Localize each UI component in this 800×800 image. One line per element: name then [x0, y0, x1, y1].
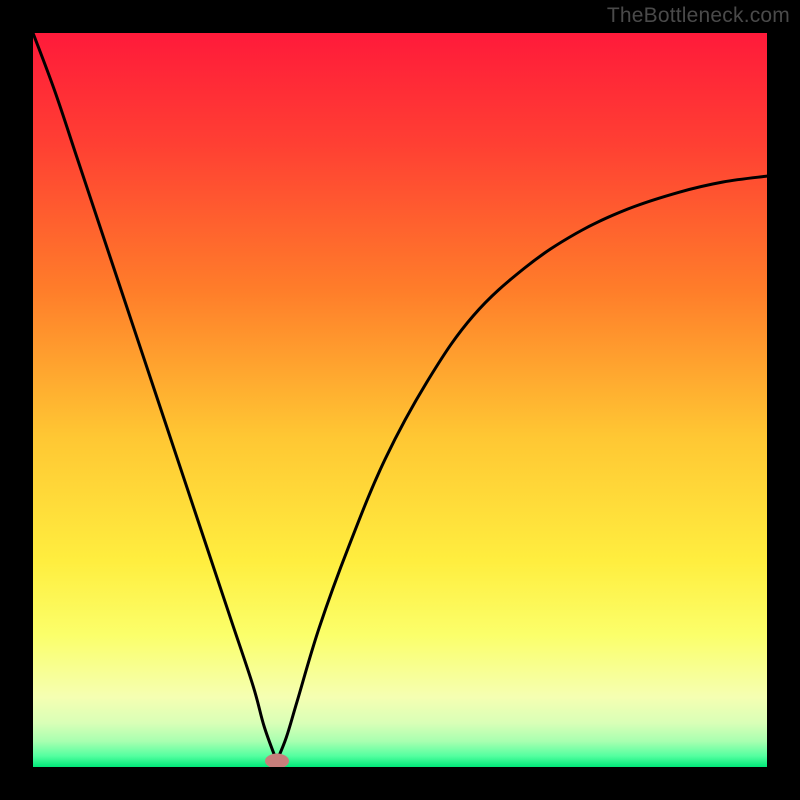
watermark-text: TheBottleneck.com	[607, 4, 790, 28]
optimum-marker	[265, 754, 289, 767]
outer-black-frame: TheBottleneck.com	[0, 0, 800, 800]
plot-area	[33, 33, 767, 767]
bottleneck-curve	[33, 33, 767, 767]
